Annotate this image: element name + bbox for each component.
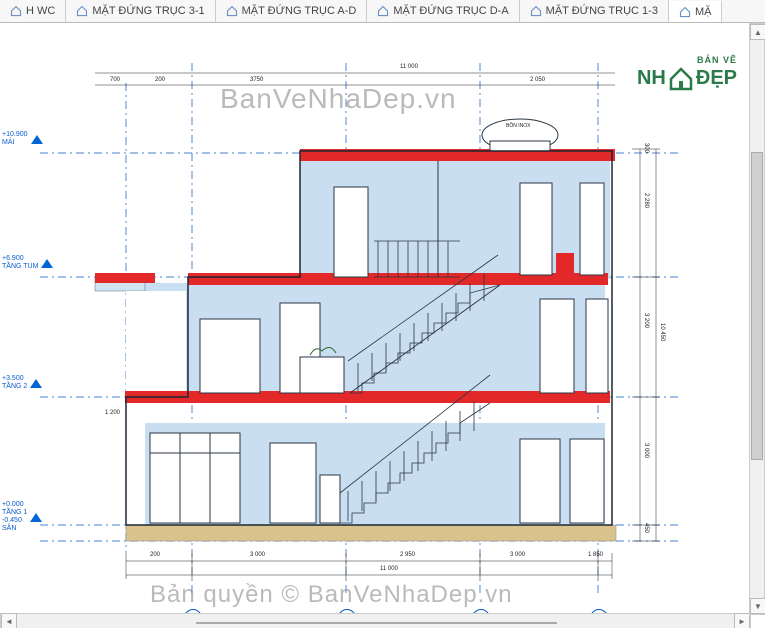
tab-active[interactable]: MẶ xyxy=(669,1,723,23)
dim: 2 050 xyxy=(530,77,545,83)
tab-d-a[interactable]: MẶT ĐỨNG TRỤC D-A xyxy=(367,0,519,22)
drawing-canvas[interactable]: BẢN VẼ NH ĐẸP xyxy=(0,23,765,628)
scroll-right-icon[interactable]: ► xyxy=(734,613,750,628)
tab-3-1[interactable]: MẶT ĐỨNG TRỤC 3-1 xyxy=(66,0,215,22)
scroll-thumb[interactable] xyxy=(196,622,557,624)
level-triangle-icon xyxy=(31,135,43,144)
tab-label: H WC xyxy=(26,5,55,17)
tab-label: MẶT ĐỨNG TRỤC 1-3 xyxy=(546,5,658,17)
dim: 1 200 xyxy=(105,410,120,416)
tab-label: MẶT ĐỨNG TRỤC 3-1 xyxy=(92,5,204,17)
dim: 11 000 xyxy=(400,64,418,70)
scroll-left-icon[interactable]: ◄ xyxy=(1,613,17,628)
dim: 3 000 xyxy=(510,552,525,558)
house-icon xyxy=(530,5,542,17)
dim: 200 xyxy=(150,552,160,558)
level-marker-2: +3.500TẦNG 2 xyxy=(2,375,42,391)
dim: 2 950 xyxy=(400,552,415,558)
dim: 3 200 xyxy=(643,313,649,328)
house-icon xyxy=(377,5,389,17)
level-marker-roof: +10.900MÁI xyxy=(2,131,43,147)
scroll-down-icon[interactable]: ▼ xyxy=(750,598,765,614)
scroll-track[interactable] xyxy=(750,40,764,598)
house-icon xyxy=(226,5,238,17)
tab-1-3[interactable]: MẶT ĐỨNG TRỤC 1-3 xyxy=(520,0,669,22)
house-icon xyxy=(76,5,88,17)
scroll-up-icon[interactable]: ▲ xyxy=(750,24,765,40)
dim: 3750 xyxy=(250,77,263,83)
scrollbar-vertical[interactable]: ▲ ▼ xyxy=(749,23,765,615)
dim: 1 850 xyxy=(588,552,603,558)
dim: 10 450 xyxy=(659,323,665,341)
section-drawing xyxy=(0,23,750,613)
level-triangle-icon xyxy=(41,259,53,268)
view-tabs: H WC MẶT ĐỨNG TRỤC 3-1 MẶT ĐỨNG TRỤC A-D… xyxy=(0,0,765,23)
scrollbar-horizontal[interactable]: ◄ ► xyxy=(0,613,751,628)
tab-label: MẶT ĐỨNG TRỤC A-D xyxy=(242,5,357,17)
dim: 450 xyxy=(643,523,649,533)
level-triangle-icon xyxy=(30,513,42,522)
house-icon xyxy=(10,5,22,17)
dim: 700 xyxy=(110,77,120,83)
tab-label: MẶ xyxy=(695,6,712,18)
tank-label: BỒN INOX xyxy=(506,123,530,129)
level-marker-tum: +6.900TẦNG TUM xyxy=(2,255,53,271)
level-triangle-icon xyxy=(30,379,42,388)
tab-label: MẶT ĐỨNG TRỤC D-A xyxy=(393,5,508,17)
dim: 200 xyxy=(155,77,165,83)
dim: 11 000 xyxy=(380,566,398,572)
dim: 2 280 xyxy=(643,193,649,208)
scroll-thumb[interactable] xyxy=(751,152,763,461)
dim: 3 000 xyxy=(250,552,265,558)
dim: 3 000 xyxy=(643,443,649,458)
dim: 300 xyxy=(643,143,649,153)
tab-a-d[interactable]: MẶT ĐỨNG TRỤC A-D xyxy=(216,0,368,22)
house-icon xyxy=(679,6,691,18)
tab-wc[interactable]: H WC xyxy=(0,0,66,22)
level-marker-1: +0.000TẦNG 1 -0.450SÂN xyxy=(2,501,42,533)
